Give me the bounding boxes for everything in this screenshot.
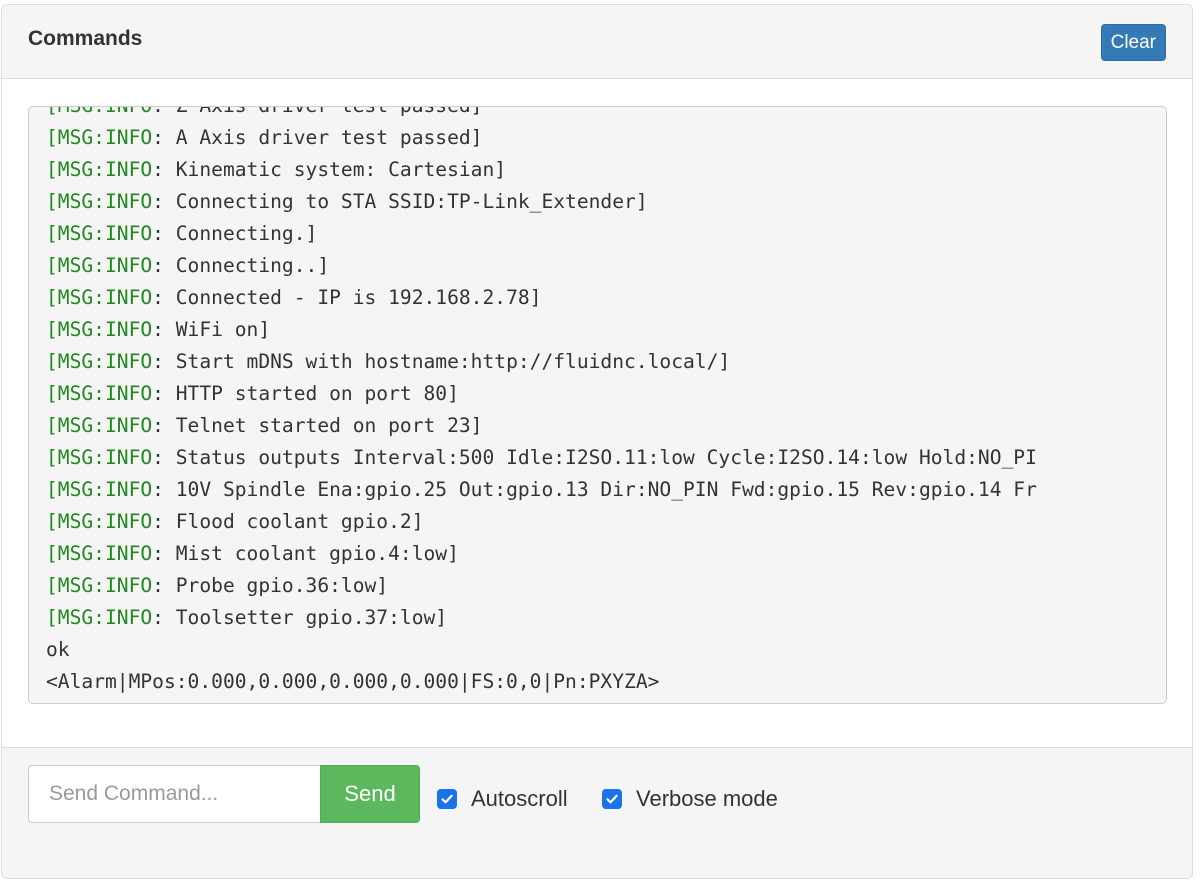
console-line-text: : Start mDNS with hostname:http://fluidn…	[152, 350, 731, 373]
verbose-option[interactable]: Verbose mode	[602, 786, 778, 812]
console-line-text: : Connected - IP is 192.168.2.78]	[152, 286, 542, 309]
console-line-tag: [MSG:INFO	[46, 286, 153, 309]
console-line: [MSG:INFO: Status outputs Interval:500 I…	[46, 442, 1166, 474]
console-line-text: : Mist coolant gpio.4:low]	[152, 542, 459, 565]
console-line-text: : Toolsetter gpio.37:low]	[152, 606, 448, 629]
console-line-tag: [MSG:INFO	[46, 318, 153, 341]
console-lines: [MSG:INFO: Z Axis driver test passed][MS…	[46, 107, 1166, 698]
console-line-tag: [MSG:INFO	[46, 446, 153, 469]
panel-title: Commands	[28, 27, 143, 50]
console-line-tag: [MSG:INFO	[46, 158, 153, 181]
console-line-text: : WiFi on]	[152, 318, 271, 341]
console-line-text: : Telnet started on port 23]	[152, 414, 483, 437]
console-line: [MSG:INFO: Telnet started on port 23]	[46, 410, 1166, 442]
console-line: [MSG:INFO: Flood coolant gpio.2]	[46, 506, 1166, 538]
console-line-tag: [MSG:INFO	[46, 382, 153, 405]
check-icon	[606, 794, 618, 804]
console-line: [MSG:INFO: Kinematic system: Cartesian]	[46, 154, 1166, 186]
console-line-text: <Alarm|MPos:0.000,0.000,0.000,0.000|FS:0…	[46, 670, 660, 693]
console-line-text: : Status outputs Interval:500 Idle:I2SO.…	[152, 446, 1037, 469]
console-line-text: : Z Axis driver test passed]	[152, 107, 482, 117]
console-line-tag: [MSG:INFO	[46, 254, 153, 277]
console-line-tag: [MSG:INFO	[46, 190, 153, 213]
console-line: <Alarm|MPos:0.000,0.000,0.000,0.000|FS:0…	[46, 666, 1166, 698]
console-line-tag: [MSG:INFO	[46, 510, 153, 533]
console-line-tag: [MSG:INFO	[46, 542, 153, 565]
console-line-text: : Connecting..]	[152, 254, 330, 277]
autoscroll-label[interactable]: Autoscroll	[471, 786, 568, 812]
console-line: [MSG:INFO: Mist coolant gpio.4:low]	[46, 538, 1166, 570]
console-line-tag: [MSG:INFO	[46, 126, 153, 149]
panel-heading: Commands Clear	[2, 5, 1192, 79]
console-line: [MSG:INFO: Connecting.]	[46, 218, 1166, 250]
console-line: [MSG:INFO: Connected - IP is 192.168.2.7…	[46, 282, 1166, 314]
console-line-tag: [MSG:INFO	[46, 478, 153, 501]
command-input[interactable]	[28, 765, 320, 823]
console-line-text: : Probe gpio.36:low]	[152, 574, 389, 597]
console-line-text: : Kinematic system: Cartesian]	[152, 158, 507, 181]
console-line: [MSG:INFO: Connecting..]	[46, 250, 1166, 282]
console-line: [MSG:INFO: Connecting to STA SSID:TP-Lin…	[46, 186, 1166, 218]
panel-footer: Send Autoscroll Verbose mode	[2, 747, 1192, 878]
console-line: [MSG:INFO: HTTP started on port 80]	[46, 378, 1166, 410]
check-icon	[441, 794, 453, 804]
console-line: [MSG:INFO: Toolsetter gpio.37:low]	[46, 602, 1166, 634]
console-line-text: ok	[46, 638, 70, 661]
clear-button[interactable]: Clear	[1100, 24, 1166, 61]
console-line-tag: [MSG:INFO	[46, 414, 153, 437]
console-line: [MSG:INFO: Z Axis driver test passed]	[46, 107, 1166, 122]
console-line-text: : Connecting to STA SSID:TP-Link_Extende…	[152, 190, 648, 213]
console-line-text: : Flood coolant gpio.2]	[152, 510, 424, 533]
console-line: [MSG:INFO: WiFi on]	[46, 314, 1166, 346]
console-line-text: : HTTP started on port 80]	[152, 382, 459, 405]
console-line: [MSG:INFO: Start mDNS with hostname:http…	[46, 346, 1166, 378]
console-line-tag: [MSG:INFO	[46, 574, 153, 597]
verbose-label[interactable]: Verbose mode	[636, 786, 778, 812]
console-output[interactable]: [MSG:INFO: Z Axis driver test passed][MS…	[28, 106, 1167, 704]
autoscroll-checkbox[interactable]	[437, 789, 457, 809]
console-line-tag: [MSG:INFO	[46, 107, 152, 117]
autoscroll-option[interactable]: Autoscroll	[437, 786, 568, 812]
console-line: [MSG:INFO: A Axis driver test passed]	[46, 122, 1166, 154]
send-button[interactable]: Send	[320, 765, 420, 823]
console-line: ok	[46, 634, 1166, 666]
console-line-text: : A Axis driver test passed]	[152, 126, 483, 149]
console-line-text: : Connecting.]	[152, 222, 318, 245]
console-line: [MSG:INFO: 10V Spindle Ena:gpio.25 Out:g…	[46, 474, 1166, 506]
console-line-tag: [MSG:INFO	[46, 606, 153, 629]
commands-panel: Commands Clear [MSG:INFO: Z Axis driver …	[1, 4, 1193, 879]
console-line-tag: [MSG:INFO	[46, 222, 153, 245]
console-line-tag: [MSG:INFO	[46, 350, 153, 373]
verbose-checkbox[interactable]	[602, 789, 622, 809]
console-line-text: : 10V Spindle Ena:gpio.25 Out:gpio.13 Di…	[152, 478, 1037, 501]
console-line: [MSG:INFO: Probe gpio.36:low]	[46, 570, 1166, 602]
